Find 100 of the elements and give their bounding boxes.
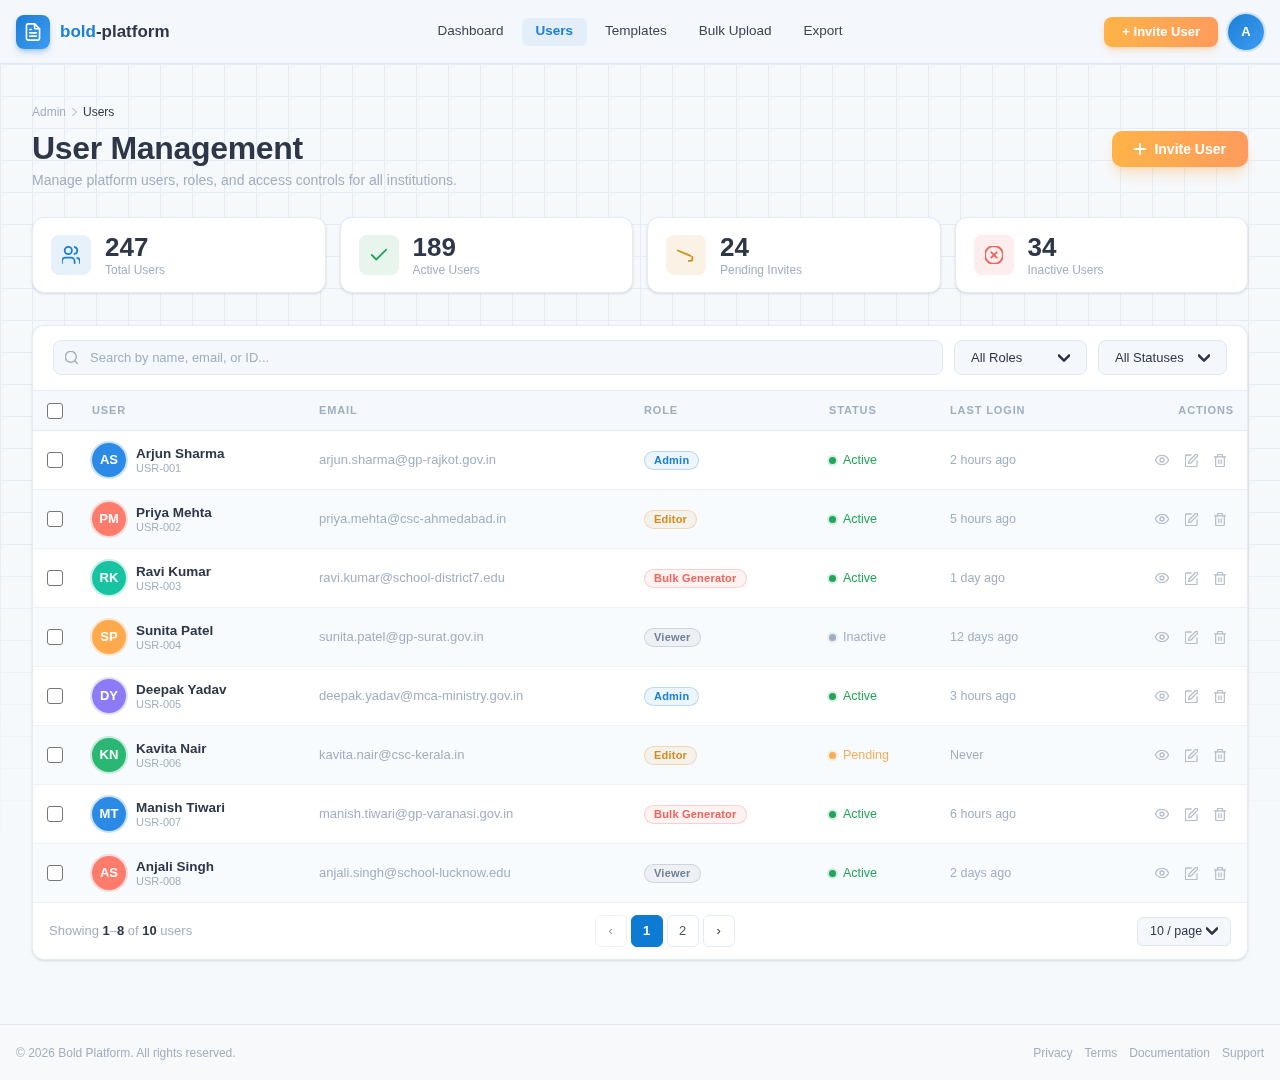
status-label: Inactive: [843, 628, 887, 646]
edit-icon[interactable]: [1185, 807, 1198, 821]
showing-summary: Showing 1–8 of 10 users: [49, 922, 193, 941]
role-badge: Editor: [644, 509, 698, 529]
eye-icon[interactable]: [1155, 632, 1169, 642]
user-avatar: KN: [92, 738, 126, 772]
stat-value: 34: [1027, 232, 1058, 262]
user-email: anjali.singh@school-lucknow.edu: [319, 864, 511, 883]
last-login: 5 hours ago: [950, 510, 1017, 528]
user-avatar: AS: [92, 443, 126, 477]
user-name: Deepak Yadav: [136, 681, 227, 698]
edit-icon[interactable]: [1185, 630, 1198, 644]
trash-icon[interactable]: [1214, 689, 1226, 703]
user-avatar: DY: [92, 679, 126, 713]
eye-icon[interactable]: [1155, 573, 1169, 583]
trash-icon[interactable]: [1214, 512, 1226, 526]
breadcrumb-link[interactable]: Admin: [32, 103, 66, 121]
trash-icon[interactable]: [1214, 453, 1226, 467]
eye-icon[interactable]: [1155, 750, 1169, 760]
row-checkbox[interactable]: [47, 452, 63, 468]
trash-icon[interactable]: [1214, 571, 1226, 585]
stat-value: 247: [105, 232, 150, 262]
eye-icon[interactable]: [1155, 455, 1169, 465]
column-header: LAST LOGIN: [950, 403, 1026, 419]
edit-icon[interactable]: [1185, 866, 1198, 880]
edit-icon[interactable]: [1185, 453, 1198, 467]
last-login: 2 hours ago: [950, 451, 1017, 469]
role-badge: Viewer: [644, 863, 701, 883]
user-id: USR-004: [136, 639, 183, 652]
nav-tab[interactable]: Dashboard: [423, 17, 518, 46]
footer-link[interactable]: Documentation: [1129, 1043, 1210, 1062]
eye-icon[interactable]: [1155, 514, 1169, 524]
row-checkbox[interactable]: [47, 806, 63, 822]
column-header: USER: [92, 403, 127, 419]
role-badge: Admin: [644, 686, 700, 706]
search-icon: [65, 351, 78, 364]
column-header: ROLE: [644, 403, 679, 419]
chevron-down-icon: [1198, 351, 1210, 364]
row-checkbox[interactable]: [47, 570, 63, 586]
copyright-text: © 2026 Bold Platform. All rights reserved.: [16, 1044, 236, 1062]
footer-link[interactable]: Terms: [1084, 1043, 1118, 1062]
page-button[interactable]: 2: [666, 915, 699, 947]
user-id: USR-005: [136, 698, 183, 711]
role-badge: Viewer: [644, 627, 701, 647]
eye-icon[interactable]: [1155, 809, 1169, 819]
user-id: USR-006: [136, 757, 183, 770]
last-login: 12 days ago: [950, 628, 1019, 646]
per-page-select[interactable]: 10 / page: [1137, 916, 1231, 946]
brand-name[interactable]: bold-platform: [60, 18, 170, 45]
select-all-checkbox[interactable]: [47, 402, 63, 419]
trash-icon[interactable]: [1214, 807, 1226, 821]
status-label: Active: [843, 687, 878, 705]
breadcrumb-current: Users: [83, 104, 115, 121]
edit-icon[interactable]: [1185, 512, 1198, 526]
user-id: USR-003: [136, 580, 183, 593]
row-checkbox[interactable]: [47, 865, 63, 881]
row-checkbox[interactable]: [47, 747, 63, 763]
footer-link[interactable]: Support: [1221, 1043, 1264, 1062]
row-checkbox[interactable]: [47, 688, 63, 704]
next-page-button[interactable]: ›: [702, 915, 735, 947]
user-name: Arjun Sharma: [136, 445, 225, 462]
page-button[interactable]: 1: [630, 915, 663, 947]
user-name: Anjali Singh: [136, 858, 214, 875]
trash-icon[interactable]: [1214, 866, 1226, 880]
eye-icon[interactable]: [1155, 691, 1169, 701]
nav-tab[interactable]: Export: [789, 17, 857, 46]
user-name: Priya Mehta: [136, 504, 212, 521]
edit-icon[interactable]: [1185, 689, 1198, 703]
user-name: Manish Tiwari: [136, 799, 226, 816]
breadcrumb-chevron-icon: [72, 108, 77, 116]
status-filter-select[interactable]: All Statuses: [1098, 340, 1227, 375]
nav-tab[interactable]: Templates: [591, 17, 681, 46]
trash-icon[interactable]: [1214, 748, 1226, 762]
role-badge: Admin: [644, 450, 700, 470]
row-checkbox[interactable]: [47, 629, 63, 645]
footer-link[interactable]: Privacy: [1033, 1043, 1073, 1062]
chevron-down-icon: [1058, 351, 1070, 364]
logo-icon: [16, 14, 50, 49]
user-email: priya.mehta@csc-ahmedabad.in: [319, 510, 507, 529]
role-filter-select[interactable]: All Roles: [954, 340, 1087, 375]
edit-icon[interactable]: [1185, 571, 1198, 585]
trash-icon[interactable]: [1214, 630, 1226, 644]
status-label: Pending: [843, 746, 889, 764]
user-avatar: SP: [92, 620, 126, 654]
row-checkbox[interactable]: [47, 511, 63, 527]
last-login: 1 day ago: [950, 569, 1005, 587]
role-badge: Bulk Generator: [644, 568, 747, 588]
user-avatar[interactable]: A: [1228, 13, 1264, 50]
status-label: Active: [843, 864, 878, 882]
search-field[interactable]: Search by name, email, or ID...: [53, 340, 943, 375]
edit-icon[interactable]: [1185, 748, 1198, 762]
eye-icon[interactable]: [1155, 868, 1169, 878]
page-title: User Management: [32, 129, 304, 168]
status-label: Active: [843, 805, 878, 823]
last-login: 3 hours ago: [950, 687, 1017, 705]
nav-tab[interactable]: Bulk Upload: [684, 17, 786, 46]
stat-label: Active Users: [412, 262, 480, 278]
status-label: Active: [843, 451, 878, 469]
user-id: USR-008: [136, 875, 183, 888]
nav-tab[interactable]: Users: [521, 17, 588, 46]
